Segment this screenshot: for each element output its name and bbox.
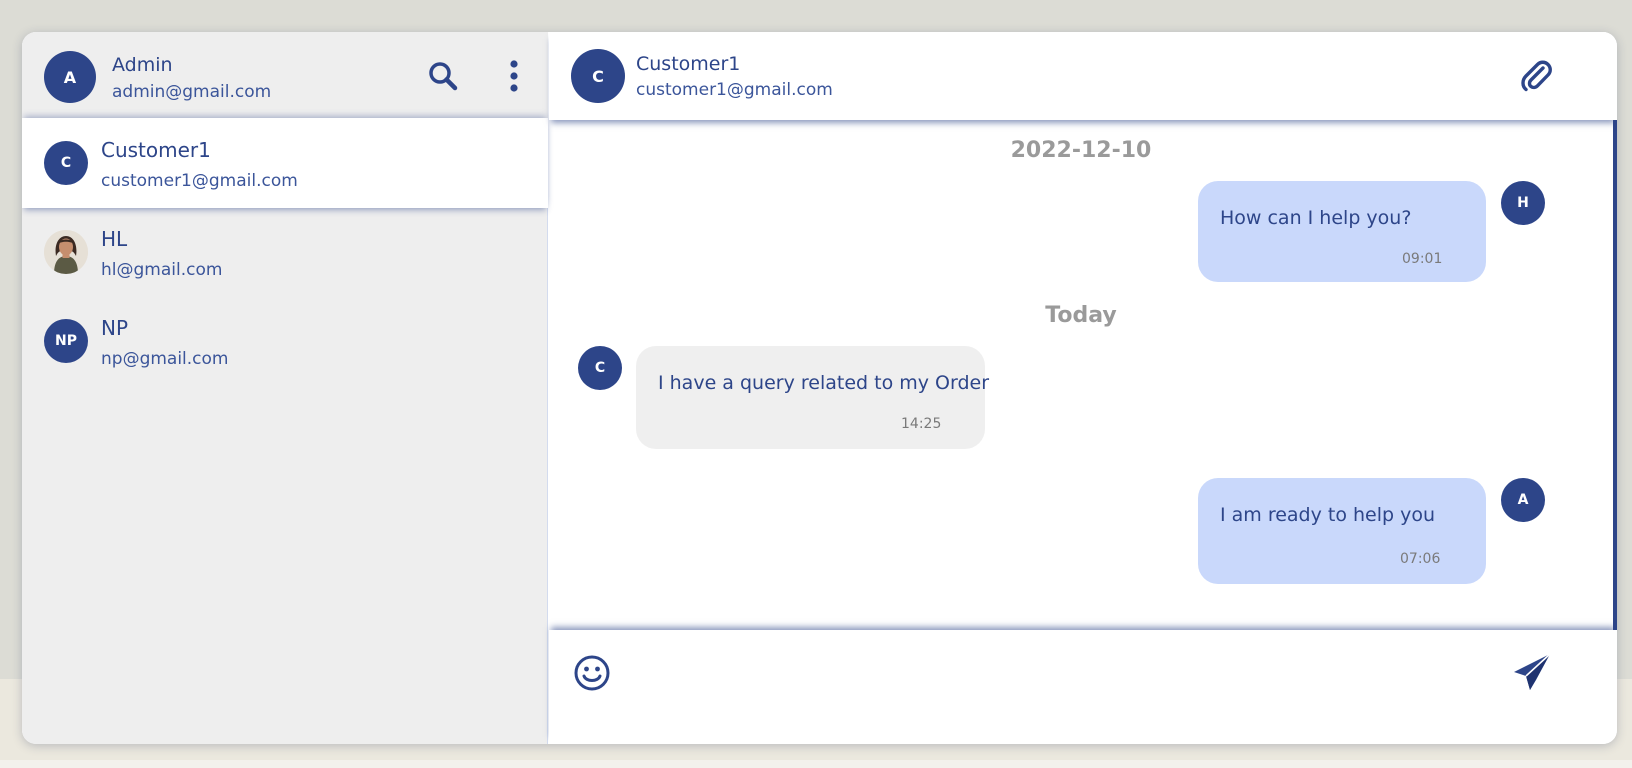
contact-name: HL: [101, 227, 128, 251]
message-sender-avatar: C: [578, 346, 622, 390]
contact-email: customer1@gmail.com: [101, 171, 298, 191]
sidebar-header: A Admin admin@gmail.com: [22, 32, 548, 122]
message-time: 07:06: [1400, 551, 1441, 567]
current-user-email: admin@gmail.com: [112, 82, 272, 102]
message-time: 09:01: [1402, 251, 1443, 267]
message-sender-avatar: H: [1501, 181, 1545, 225]
chat-contact-avatar[interactable]: C: [571, 49, 625, 103]
page-background-strip: [0, 760, 1632, 768]
message-text: I am ready to help you: [1220, 504, 1436, 526]
chat-header: C Customer1 customer1@gmail.com: [549, 32, 1617, 120]
paperclip-icon[interactable]: [1519, 59, 1553, 93]
message-list[interactable]: 2022-12-10 How can I help you? 09:01 H T…: [549, 120, 1617, 630]
contact-item-np[interactable]: NP NP np@gmail.com: [22, 296, 548, 386]
contact-email: hl@gmail.com: [101, 260, 223, 280]
message-input[interactable]: [633, 650, 1493, 696]
emoji-icon[interactable]: [573, 654, 611, 692]
contact-item-hl[interactable]: HL hl@gmail.com: [22, 207, 548, 297]
contact-item-customer1[interactable]: C Customer1 customer1@gmail.com: [22, 118, 548, 208]
chat-panel: C Customer1 customer1@gmail.com 2022-12-…: [549, 32, 1617, 744]
contact-photo-avatar: [44, 230, 88, 274]
contact-avatar: C: [44, 141, 88, 185]
current-user-name: Admin: [112, 54, 173, 76]
message-bubble-incoming[interactable]: I have a query related to my Order 14:25: [636, 346, 989, 449]
chat-app-window: A Admin admin@gmail.com C Customer1 cust…: [22, 32, 1617, 744]
message-text: I have a query related to my Order: [658, 372, 990, 394]
message-bubble-outgoing[interactable]: I am ready to help you 07:06: [1198, 478, 1486, 584]
contact-avatar: NP: [44, 319, 88, 363]
message-sender-avatar: A: [1501, 478, 1545, 522]
date-separator: Today: [1045, 303, 1117, 328]
message-time: 14:25: [901, 416, 942, 432]
message-bubble-outgoing[interactable]: How can I help you? 09:01: [1198, 181, 1486, 282]
send-icon[interactable]: [1512, 652, 1552, 692]
search-icon[interactable]: [427, 60, 459, 92]
current-user-avatar[interactable]: A: [44, 51, 96, 103]
contact-email: np@gmail.com: [101, 349, 229, 369]
chat-contact-email: customer1@gmail.com: [636, 80, 833, 100]
contact-name: NP: [101, 316, 129, 340]
message-composer: [549, 630, 1617, 744]
message-text: How can I help you?: [1220, 207, 1412, 229]
date-separator: 2022-12-10: [1010, 138, 1152, 163]
contact-name: Customer1: [101, 138, 211, 162]
sidebar: A Admin admin@gmail.com C Customer1 cust…: [22, 32, 548, 744]
chat-contact-name: Customer1: [636, 53, 741, 75]
more-vertical-icon[interactable]: [508, 60, 520, 92]
